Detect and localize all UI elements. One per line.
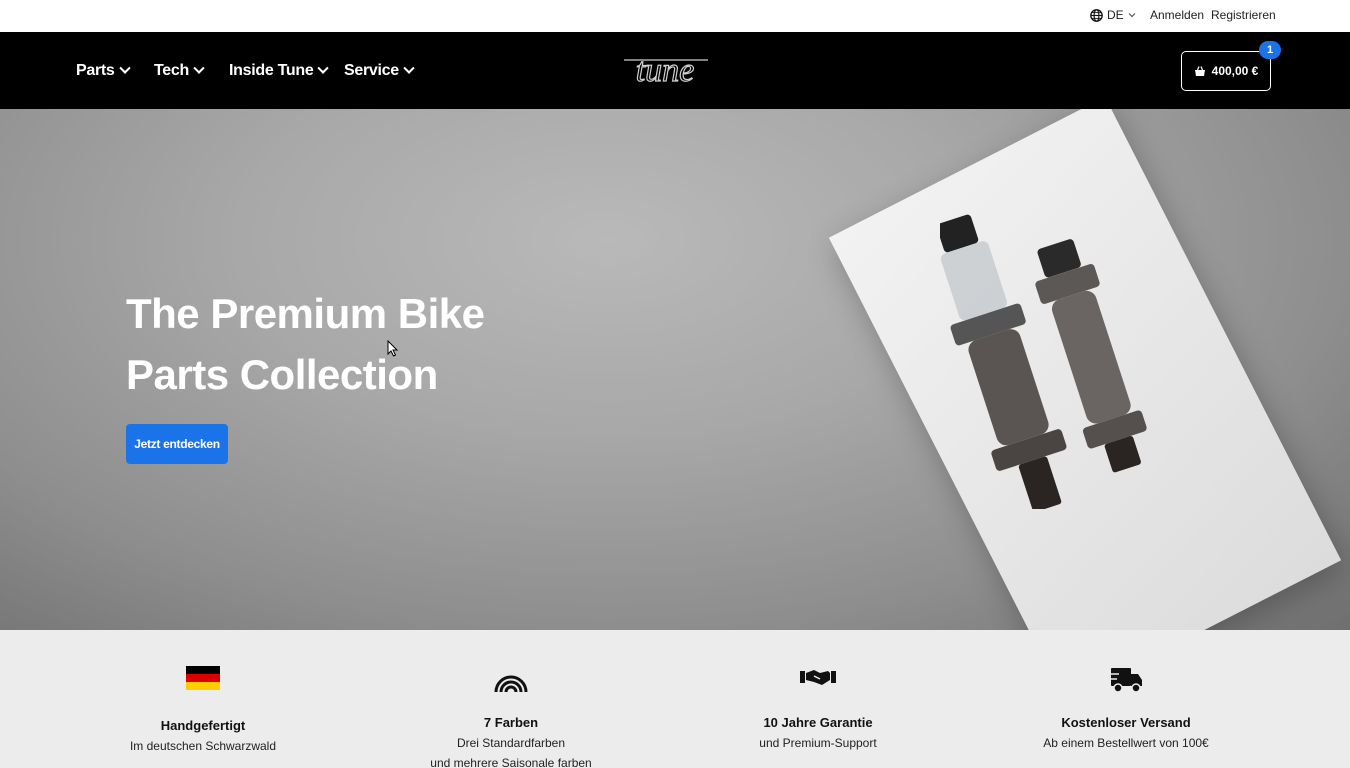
nav-item-label: Tech xyxy=(154,62,189,79)
nav-item-parts[interactable]: Parts xyxy=(76,62,131,80)
bike-hubs-image xyxy=(940,214,1147,509)
chevron-down-icon xyxy=(403,62,415,74)
logo-text: tune xyxy=(636,52,695,89)
nav-item-inside-tune[interactable]: Inside Tune xyxy=(229,62,330,80)
feature-description: Ab einem Bestellwert von 100€ xyxy=(1043,736,1209,750)
truck-icon xyxy=(1109,668,1142,693)
hero-title: The Premium Bike Parts Collection xyxy=(126,290,485,398)
feature-description: und Premium-Support xyxy=(759,736,877,750)
feature-description: Im deutschen Schwarzwald xyxy=(129,739,277,753)
feature-description: Drei Standardfarben xyxy=(456,736,566,750)
feature-title: Kostenloser Versand xyxy=(1061,715,1191,730)
globe-icon xyxy=(1090,8,1103,22)
shopping-basket-icon xyxy=(1194,66,1205,76)
register-link[interactable]: Registrieren xyxy=(1211,8,1276,22)
cart-count-badge: 1 xyxy=(1259,41,1281,59)
nav-item-service[interactable]: Service xyxy=(344,62,415,80)
feature-title: 10 Jahre Garantie xyxy=(763,715,873,730)
chevron-down-icon xyxy=(118,62,131,74)
features-strip: Handgefertigt Im deutschen Schwarzwald 7… xyxy=(0,630,1350,768)
nav-item-label: Inside Tune xyxy=(229,62,314,79)
cart-button[interactable]: 400,00 € xyxy=(1181,51,1271,91)
language-selector[interactable]: DE xyxy=(1090,8,1136,22)
nav-item-tech[interactable]: Tech xyxy=(154,62,205,80)
nav-item-label: Service xyxy=(344,62,399,79)
utility-bar: DE Anmelden Registrieren xyxy=(0,0,1350,32)
chevron-down-icon xyxy=(193,62,205,74)
feature-description-2: und mehrere Saisonale farben xyxy=(430,756,592,768)
rainbow-icon xyxy=(494,675,528,692)
handshake-icon xyxy=(800,670,836,685)
language-label: DE xyxy=(1107,8,1124,22)
hero-banner: The Premium Bike Parts Collection Jetzt … xyxy=(0,109,1350,630)
feature-title: Handgefertigt xyxy=(160,718,246,733)
discover-button[interactable]: Jetzt entdecken xyxy=(126,424,228,464)
nav-item-label: Parts xyxy=(76,62,115,79)
feature-title: 7 Farben xyxy=(483,715,539,730)
mouse-cursor-icon xyxy=(387,340,399,357)
login-link[interactable]: Anmelden xyxy=(1150,8,1204,22)
chevron-down-icon xyxy=(1128,13,1136,18)
chevron-down-icon xyxy=(317,62,330,74)
tune-logo[interactable]: tune xyxy=(620,52,710,90)
germany-flag-icon xyxy=(186,666,220,690)
cart-total: 400,00 € xyxy=(1211,64,1259,78)
